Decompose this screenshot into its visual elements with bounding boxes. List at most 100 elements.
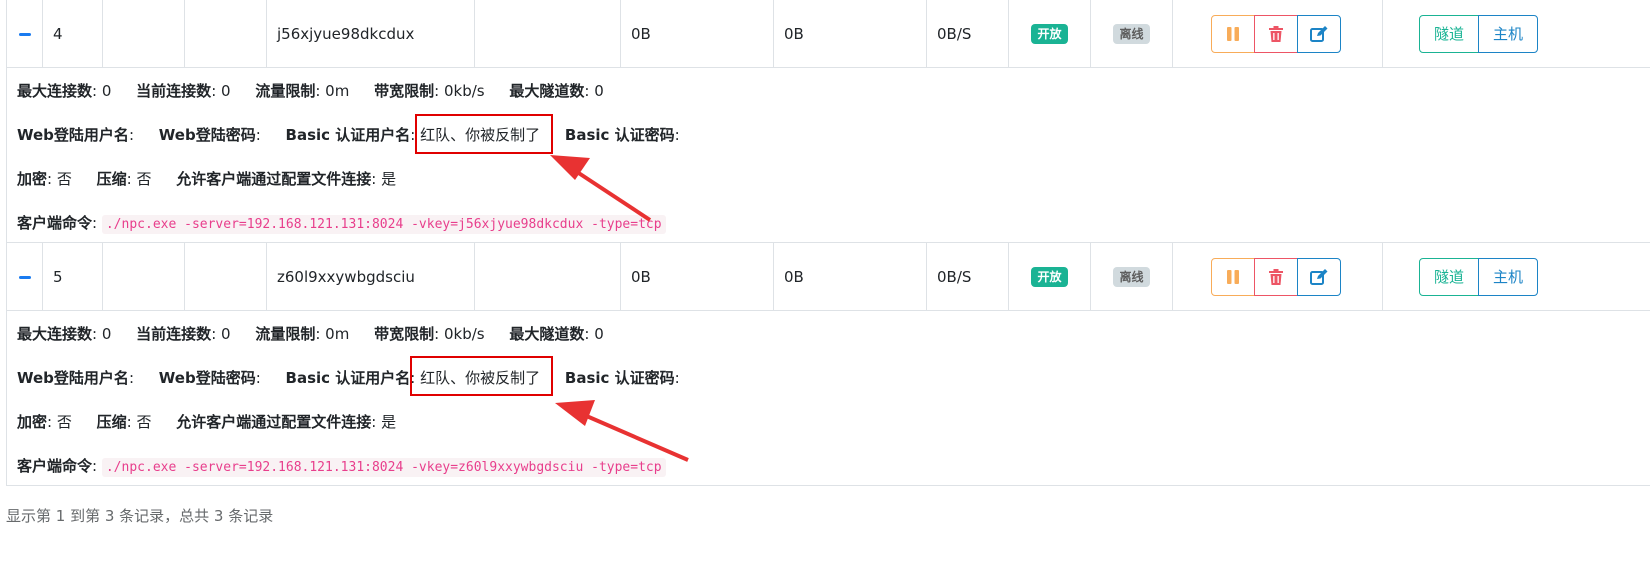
detail-value: :: [128, 369, 134, 387]
connection-badge: 离线: [1113, 266, 1150, 287]
command-line: 客户端命令: ./npc.exe -server=192.168.121.131…: [17, 455, 666, 477]
detail-label: Basic 认证密码: [564, 126, 675, 144]
limits-line: 最大连接数: 0 当前连接数: 0 流量限制: 0m 带宽限制: 0kb/s 最…: [17, 80, 604, 101]
detail-value: : 0: [584, 82, 604, 100]
status-cell: 开放: [1008, 242, 1091, 311]
edit-icon: [1310, 25, 1328, 42]
detail-value: : 0: [92, 325, 112, 343]
trash-icon: [1269, 268, 1283, 285]
detail-value: : 是: [371, 170, 397, 188]
detail-value: : 否: [126, 170, 152, 188]
client-vkey: z60l9xxywbgdsciu: [266, 242, 475, 311]
action-button-group: [1211, 257, 1341, 296]
empty-cell: [474, 0, 621, 68]
options-line: 加密: 否 压缩: 否 允许客户端通过配置文件连接: 是: [17, 411, 396, 432]
detail-value: : 0m: [315, 82, 350, 100]
detail-label: Basic 认证密码: [564, 369, 675, 387]
detail-value: :: [674, 126, 680, 144]
detail-value: : 否: [126, 413, 152, 431]
basic-user-value: : 红队、你被反制了: [410, 126, 541, 144]
edit-icon: [1310, 268, 1328, 285]
pause-icon: [1227, 269, 1239, 284]
detail-label: 当前连接数: [136, 325, 212, 343]
detail-label: 允许客户端通过配置文件连接: [176, 170, 372, 188]
detail-row: 最大连接数: 0 当前连接数: 0 流量限制: 0m 带宽限制: 0kb/s 最…: [6, 67, 1650, 243]
status-badge: 开放: [1031, 23, 1068, 44]
tunnel-button[interactable]: 隧道: [1419, 257, 1480, 296]
empty-cell: [102, 0, 185, 68]
detail-row: 最大连接数: 0 当前连接数: 0 流量限制: 0m 带宽限制: 0kb/s 最…: [6, 310, 1650, 486]
client-command[interactable]: ./npc.exe -server=192.168.121.131:8024 -…: [101, 215, 666, 234]
empty-cell: [102, 242, 185, 311]
auth-line: Web登陆用户名: Web登陆密码: Basic 认证用户名: 红队、你被反制了…: [17, 367, 680, 388]
go-cell: 隧道 主机: [1382, 242, 1650, 311]
detail-value: : 0m: [315, 325, 350, 343]
detail-value: : 0kb/s: [434, 325, 485, 343]
detail-value: : 是: [371, 413, 397, 431]
detail-value: : 否: [47, 413, 72, 431]
pause-button[interactable]: [1211, 14, 1255, 53]
collapse-toggle[interactable]: [6, 0, 43, 68]
connection-badge: 离线: [1113, 23, 1150, 44]
pagination-summary: 显示第 1 到第 3 条记录，总共 3 条记录: [6, 507, 274, 525]
action-button-group: [1211, 14, 1341, 53]
detail-label: 客户端命令: [17, 457, 93, 475]
empty-cell: [474, 242, 621, 311]
client-vkey: j56xjyue98dkcdux: [266, 0, 475, 68]
client-list-page: 4 j56xjyue98dkcdux 0B 0B 0B/S 开放 离线 隧道 主…: [0, 0, 1650, 572]
options-line: 加密: 否 压缩: 否 允许客户端通过配置文件连接: 是: [17, 168, 396, 189]
detail-cell: 最大连接数: 0 当前连接数: 0 流量限制: 0m 带宽限制: 0kb/s 最…: [6, 310, 1650, 486]
basic-user-value: : 红队、你被反制了: [410, 369, 541, 387]
speed: 0B/S: [926, 242, 1009, 311]
go-cell: 隧道 主机: [1382, 0, 1650, 68]
client-table: 4 j56xjyue98dkcdux 0B 0B 0B/S 开放 离线 隧道 主…: [6, 0, 1650, 486]
detail-value: : 0: [92, 82, 112, 100]
client-detail: 最大连接数: 0 当前连接数: 0 流量限制: 0m 带宽限制: 0kb/s 最…: [7, 311, 1650, 485]
client-command[interactable]: ./npc.exe -server=192.168.121.131:8024 -…: [101, 458, 666, 477]
outflow: 0B: [773, 242, 927, 311]
edit-button[interactable]: [1297, 14, 1341, 53]
detail-value: : 0: [584, 325, 604, 343]
detail-label: Basic 认证用户名: [285, 369, 411, 387]
detail-label: 带宽限制: [374, 325, 435, 343]
inflow: 0B: [620, 242, 774, 311]
empty-cell: [184, 242, 267, 311]
host-button[interactable]: 主机: [1478, 257, 1539, 296]
edit-button[interactable]: [1297, 257, 1341, 296]
detail-value: :: [674, 369, 680, 387]
delete-button[interactable]: [1254, 257, 1298, 296]
detail-label: 压缩: [96, 413, 127, 431]
detail-label: Web登陆用户名: [17, 369, 129, 387]
detail-label: 带宽限制: [374, 82, 435, 100]
navigate-button-group: 隧道 主机: [1419, 257, 1539, 296]
detail-value: : 0kb/s: [434, 82, 485, 100]
auth-line: Web登陆用户名: Web登陆密码: Basic 认证用户名: 红队、你被反制了…: [17, 124, 680, 145]
command-line: 客户端命令: ./npc.exe -server=192.168.121.131…: [17, 212, 666, 234]
host-button[interactable]: 主机: [1478, 14, 1539, 53]
detail-label: Web登陆密码: [158, 126, 256, 144]
detail-label: 流量限制: [255, 325, 316, 343]
minus-icon[interactable]: [18, 275, 31, 279]
detail-label: 加密: [17, 170, 48, 188]
detail-value: :: [255, 126, 261, 144]
detail-cell: 最大连接数: 0 当前连接数: 0 流量限制: 0m 带宽限制: 0kb/s 最…: [6, 67, 1650, 243]
connection-cell: 离线: [1090, 0, 1173, 68]
detail-value: :: [128, 126, 134, 144]
detail-label: 加密: [17, 413, 48, 431]
connection-cell: 离线: [1090, 242, 1173, 311]
detail-label: 最大隧道数: [509, 82, 585, 100]
pause-icon: [1227, 26, 1239, 41]
pause-button[interactable]: [1211, 257, 1255, 296]
detail-label: 压缩: [96, 170, 127, 188]
delete-button[interactable]: [1254, 14, 1298, 53]
client-detail: 最大连接数: 0 当前连接数: 0 流量限制: 0m 带宽限制: 0kb/s 最…: [7, 68, 1650, 242]
detail-value: : 0: [211, 82, 231, 100]
minus-icon[interactable]: [18, 32, 31, 36]
detail-label: 允许客户端通过配置文件连接: [176, 413, 372, 431]
tunnel-button[interactable]: 隧道: [1419, 14, 1480, 53]
inflow: 0B: [620, 0, 774, 68]
actions-cell: [1172, 242, 1383, 311]
trash-icon: [1269, 25, 1283, 42]
collapse-toggle[interactable]: [6, 242, 43, 311]
detail-value: : 否: [47, 170, 72, 188]
